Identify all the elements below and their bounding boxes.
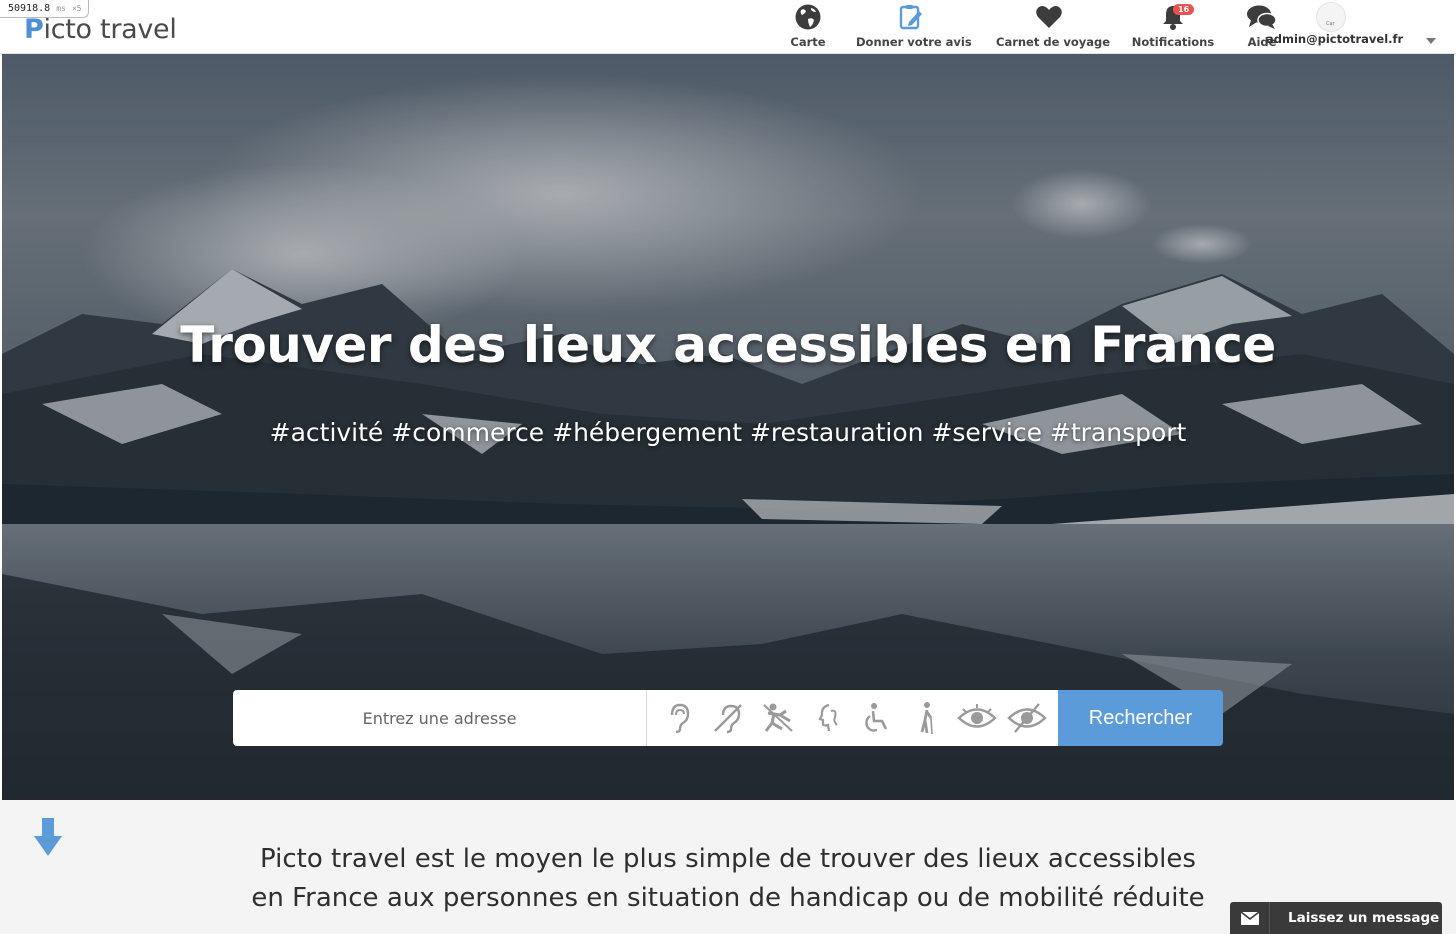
perf-overlay: 50918.8 ms ×5 <box>0 0 89 18</box>
nav-carte[interactable]: Carte <box>786 2 830 52</box>
leave-message-widget[interactable]: Laissez un message <box>1230 902 1442 934</box>
envelope-icon <box>1230 902 1270 934</box>
mental-disability-icon[interactable] <box>756 698 800 738</box>
low-vision-icon[interactable] <box>955 698 999 738</box>
blind-icon[interactable] <box>1005 698 1049 738</box>
clipboard-edit-icon <box>856 2 966 32</box>
user-email[interactable]: admin@pictotravel.fr <box>1266 32 1403 46</box>
hero-section: Trouver des lieux accessibles en France … <box>2 54 1454 800</box>
search-button[interactable]: Rechercher <box>1058 690 1223 746</box>
hero-category-tags: #activité #commerce #hébergement #restau… <box>269 418 1187 447</box>
ear-icon[interactable] <box>656 698 700 738</box>
disability-filters <box>646 690 1058 746</box>
nav-donner-avis[interactable]: Donner votre avis <box>856 2 972 52</box>
globe-icon <box>786 2 830 32</box>
wheelchair-icon[interactable] <box>855 698 899 738</box>
reduced-mobility-icon[interactable] <box>905 698 949 738</box>
cognitive-disability-icon[interactable] <box>806 698 850 738</box>
heart-icon <box>996 2 1102 32</box>
hero-title: Trouver des lieux accessibles en France <box>180 316 1276 374</box>
avatar[interactable]: Car <box>1316 2 1346 32</box>
nav-carnet-voyage[interactable]: Carnet de voyage <box>996 2 1110 52</box>
address-search-input[interactable] <box>233 690 646 746</box>
user-menu[interactable]: Car admin@pictotravel.fr <box>1266 0 1436 52</box>
chevron-down-icon[interactable] <box>1426 38 1436 44</box>
logo[interactable]: Picto travel <box>24 14 177 45</box>
search-bar: Rechercher <box>233 690 1223 746</box>
nav-notifications[interactable]: 16 Notifications <box>1131 2 1215 52</box>
notification-count-badge: 16 <box>1173 4 1195 15</box>
site-header: Picto travel Carte Donner votre avis Car… <box>0 0 1456 54</box>
hearing-aid-icon[interactable] <box>706 698 750 738</box>
intro-section: Picto travel est le moyen le plus simple… <box>0 800 1456 934</box>
